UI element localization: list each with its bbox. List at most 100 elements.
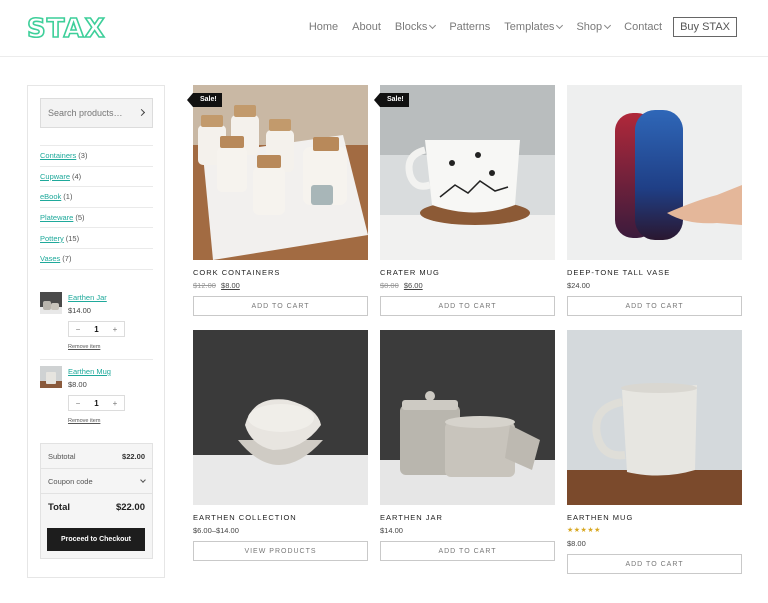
cart-item: Earthen Mug $8.00 − 1 + Remove item [40, 366, 153, 426]
product-card: Sale! Cork Containers $12.00 $8.00 Add t… [187, 85, 368, 317]
category-count: (1) [63, 192, 73, 202]
category-link[interactable]: Pottery [40, 234, 64, 243]
earthen-jar-thumbnail [40, 292, 62, 314]
cart-item-name[interactable]: Earthen Mug [68, 367, 111, 376]
category-list: Containers (3) Cupware (4) eBook (1) Platew… [40, 145, 153, 270]
nav-patterns[interactable]: Patterns [449, 21, 490, 33]
subtotal-value: $22.00 [122, 451, 145, 461]
product-price: $24.00 [567, 281, 590, 290]
view-products-button[interactable]: View products [193, 541, 368, 561]
sale-price: $6.00 [403, 281, 423, 290]
add-to-cart-button[interactable]: Add to cart [567, 296, 742, 316]
remove-item-link[interactable]: Remove item [68, 418, 100, 424]
category-count: (15) [65, 233, 80, 243]
add-to-cart-button[interactable]: Add to cart [380, 541, 555, 561]
category-link[interactable]: eBook [40, 192, 61, 201]
add-to-cart-button[interactable]: Add to cart [380, 296, 555, 316]
nav-blocks[interactable]: Blocks [394, 21, 437, 33]
increase-qty-button[interactable]: + [106, 325, 124, 334]
product-title[interactable]: Earthen Mug [567, 513, 633, 522]
category-link[interactable]: Containers [40, 151, 76, 160]
sale-badge: Sale! [374, 93, 409, 107]
product-title[interactable]: Crater Mug [380, 268, 440, 277]
product-price: $12.00 $8.00 [193, 281, 240, 290]
search-input[interactable] [48, 108, 138, 118]
cork-containers-image[interactable] [193, 85, 368, 260]
cart-totals: Subtotal $22.00 Coupon code Total $22.00… [40, 443, 153, 559]
chevron-down-icon [429, 21, 437, 30]
product-title[interactable]: Cork Containers [193, 268, 280, 277]
category-item: Cupware (4) [40, 167, 153, 188]
cart-item: Earthen Jar $14.00 − 1 + Remove item [40, 292, 153, 352]
nav-label: Contact [624, 21, 663, 33]
total-row: Total $22.00 [41, 495, 152, 520]
decrease-qty-button[interactable]: − [69, 399, 87, 408]
cart-item-name[interactable]: Earthen Jar [68, 293, 107, 302]
category-count: (5) [75, 213, 85, 223]
nav-label: Blocks [394, 21, 428, 33]
category-item: Containers (3) [40, 146, 153, 167]
decrease-qty-button[interactable]: − [69, 325, 87, 334]
quantity-stepper: − 1 + [68, 321, 125, 337]
subtotal-label: Subtotal [48, 451, 76, 461]
increase-qty-button[interactable]: + [106, 399, 124, 408]
product-card: Deep-tone Tall Vase $24.00 Add to cart [567, 85, 742, 317]
product-title[interactable]: Earthen Jar [380, 513, 443, 522]
add-to-cart-button[interactable]: Add to cart [567, 554, 742, 574]
earthen-jar-image[interactable] [380, 330, 555, 505]
product-card: Sale! Crater Mug $8.00 $6.00 Add to cart [374, 85, 555, 317]
category-link[interactable]: Cupware [40, 172, 70, 181]
remove-item-link[interactable]: Remove item [68, 344, 100, 350]
nav-label: Patterns [449, 21, 491, 33]
earthen-mug-image[interactable] [567, 330, 742, 505]
buy-stax-button[interactable]: Buy STAX [673, 17, 737, 37]
product-price: $8.00 $6.00 [380, 281, 423, 290]
earthen-collection-image[interactable] [193, 330, 368, 505]
product-price: $6.00–$14.00 [193, 526, 239, 535]
cart-item-price: $8.00 [68, 380, 87, 389]
category-item: eBook (1) [40, 187, 153, 208]
product-price: $8.00 [567, 539, 586, 548]
category-item: Pottery (15) [40, 228, 153, 249]
nav-label: Templates [504, 21, 555, 33]
product-card: Earthen Collection $6.00–$14.00 View pro… [193, 330, 368, 562]
category-item: Plateware (5) [40, 208, 153, 229]
checkout-button[interactable]: Proceed to Checkout [47, 528, 145, 551]
main-nav: Home About Blocks Patterns Templates Sho… [295, 16, 737, 38]
nav-home[interactable]: Home [309, 21, 338, 33]
divider [40, 359, 153, 360]
product-card: Earthen Mug ★★★★★ $8.00 Add to cart [567, 330, 742, 575]
quantity-input[interactable]: 1 [88, 325, 106, 334]
product-title[interactable]: Deep-tone Tall Vase [567, 268, 670, 277]
nav-contact[interactable]: Contact [624, 21, 662, 33]
quantity-input[interactable]: 1 [88, 399, 106, 408]
chevron-down-icon [140, 477, 146, 483]
search-submit-icon[interactable] [137, 108, 146, 117]
total-label: Total [48, 502, 70, 513]
product-search [40, 98, 153, 128]
category-count: (7) [62, 254, 72, 264]
nav-about[interactable]: About [352, 21, 381, 33]
original-price: $12.00 [193, 281, 216, 290]
nav-shop[interactable]: Shop [576, 21, 612, 33]
shop-sidebar: Containers(3) Cupware(4) eBook(1) Platew… [27, 85, 165, 578]
sale-price: $8.00 [221, 281, 240, 290]
category-count: (4) [72, 171, 82, 181]
category-item: Vases (7) [40, 249, 153, 270]
chevron-down-icon [604, 21, 612, 30]
add-to-cart-button[interactable]: Add to cart [193, 296, 368, 316]
site-logo[interactable]: STAX [26, 13, 106, 45]
total-value: $22.00 [115, 502, 145, 513]
product-title[interactable]: Earthen Collection [193, 513, 297, 522]
site-header: STAX Home About Blocks Patterns Template… [0, 0, 768, 57]
cart-item-price: $14.00 [68, 306, 91, 315]
nav-label: About [352, 21, 381, 33]
tall-vase-image[interactable] [567, 85, 742, 260]
category-link[interactable]: Vases [40, 254, 60, 263]
crater-mug-image[interactable] [380, 85, 555, 260]
nav-templates[interactable]: Templates [504, 21, 564, 33]
product-price: $14.00 [380, 526, 403, 535]
coupon-toggle[interactable]: Coupon code [41, 469, 152, 494]
category-link[interactable]: Plateware [40, 213, 73, 222]
subtotal-row: Subtotal $22.00 [41, 444, 152, 469]
